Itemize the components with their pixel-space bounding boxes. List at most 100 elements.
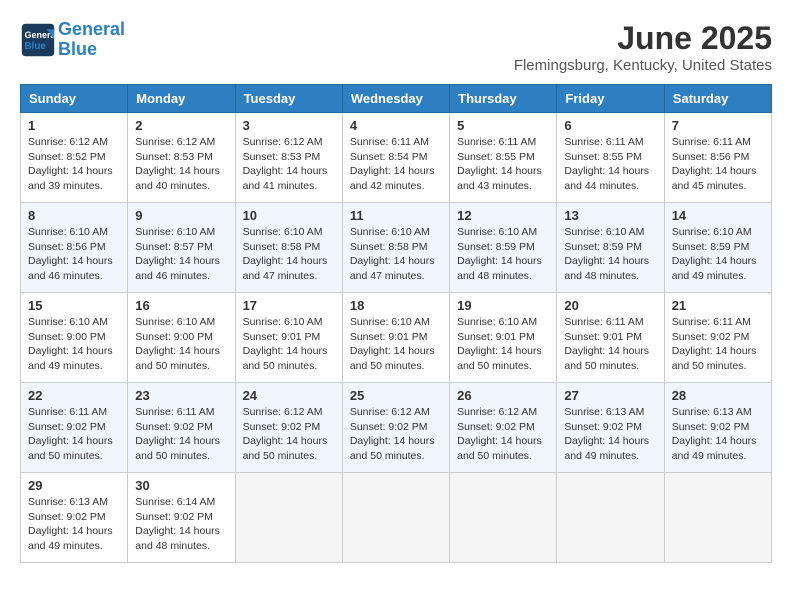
calendar-cell: 10 Sunrise: 6:10 AMSunset: 8:58 PMDayligh… bbox=[235, 203, 342, 293]
day-number: 12 bbox=[457, 208, 549, 223]
day-info: Sunrise: 6:11 AMSunset: 9:02 PMDaylight:… bbox=[135, 405, 227, 464]
calendar-header: SundayMondayTuesdayWednesdayThursdayFrid… bbox=[21, 85, 772, 113]
day-info: Sunrise: 6:10 AMSunset: 9:00 PMDaylight:… bbox=[28, 315, 120, 374]
day-info: Sunrise: 6:11 AMSunset: 8:55 PMDaylight:… bbox=[457, 135, 549, 194]
calendar-cell: 30Sunrise: 6:14 AMSunset: 9:02 PMDayligh… bbox=[128, 473, 235, 563]
day-info: Sunrise: 6:12 AMSunset: 8:53 PMDaylight:… bbox=[243, 135, 335, 194]
calendar-cell: 23 Sunrise: 6:11 AMSunset: 9:02 PMDayligh… bbox=[128, 383, 235, 473]
calendar-cell: 25Sunrise: 6:12 AMSunset: 9:02 PMDayligh… bbox=[342, 383, 449, 473]
calendar-cell: 20 Sunrise: 6:11 AMSunset: 9:01 PMDayligh… bbox=[557, 293, 664, 383]
day-number: 17 bbox=[243, 298, 335, 313]
day-number: 29 bbox=[28, 478, 120, 493]
day-info: Sunrise: 6:11 AMSunset: 8:55 PMDaylight:… bbox=[564, 135, 656, 194]
calendar-cell: 19 Sunrise: 6:10 AMSunset: 9:01 PMDayligh… bbox=[450, 293, 557, 383]
header-row: SundayMondayTuesdayWednesdayThursdayFrid… bbox=[21, 85, 772, 113]
title-section: June 2025 Flemingsburg, Kentucky, United… bbox=[514, 20, 772, 74]
day-info: Sunrise: 6:10 AMSunset: 8:58 PMDaylight:… bbox=[350, 225, 442, 284]
day-header-wednesday: Wednesday bbox=[342, 85, 449, 113]
logo: General Blue GeneralBlue bbox=[20, 20, 125, 60]
calendar-cell: 22Sunrise: 6:11 AMSunset: 9:02 PMDayligh… bbox=[21, 383, 128, 473]
day-number: 7 bbox=[672, 118, 764, 133]
page-header: General Blue GeneralBlue June 2025 Flemi… bbox=[20, 20, 772, 74]
day-info: Sunrise: 6:12 AMSunset: 8:52 PMDaylight:… bbox=[28, 135, 120, 194]
calendar-cell: 4 Sunrise: 6:11 AMSunset: 8:54 PMDaylight… bbox=[342, 113, 449, 203]
day-number: 4 bbox=[350, 118, 442, 133]
day-number: 21 bbox=[672, 298, 764, 313]
calendar-cell bbox=[235, 473, 342, 563]
day-number: 26 bbox=[457, 388, 549, 403]
calendar-cell: 24 Sunrise: 6:12 AMSunset: 9:02 PMDayligh… bbox=[235, 383, 342, 473]
calendar-cell: 28 Sunrise: 6:13 AMSunset: 9:02 PMDayligh… bbox=[664, 383, 771, 473]
day-info: Sunrise: 6:10 AMSunset: 8:57 PMDaylight:… bbox=[135, 225, 227, 284]
calendar-cell: 7 Sunrise: 6:11 AMSunset: 8:56 PMDaylight… bbox=[664, 113, 771, 203]
day-info: Sunrise: 6:10 AMSunset: 9:01 PMDaylight:… bbox=[350, 315, 442, 374]
day-number: 25 bbox=[350, 388, 442, 403]
calendar-week-1: 1 Sunrise: 6:12 AMSunset: 8:52 PMDaylight… bbox=[21, 113, 772, 203]
day-number: 20 bbox=[564, 298, 656, 313]
day-info: Sunrise: 6:13 AMSunset: 9:02 PMDaylight:… bbox=[672, 405, 764, 464]
day-info: Sunrise: 6:12 AMSunset: 9:02 PMDaylight:… bbox=[243, 405, 335, 464]
calendar-body: 1 Sunrise: 6:12 AMSunset: 8:52 PMDaylight… bbox=[21, 113, 772, 563]
calendar-cell: 13 Sunrise: 6:10 AMSunset: 8:59 PMDayligh… bbox=[557, 203, 664, 293]
day-info: Sunrise: 6:13 AMSunset: 9:02 PMDaylight:… bbox=[28, 495, 120, 554]
day-info: Sunrise: 6:13 AMSunset: 9:02 PMDaylight:… bbox=[564, 405, 656, 464]
day-info: Sunrise: 6:10 AMSunset: 8:58 PMDaylight:… bbox=[243, 225, 335, 284]
calendar-week-5: 29 Sunrise: 6:13 AMSunset: 9:02 PMDayligh… bbox=[21, 473, 772, 563]
day-info: Sunrise: 6:11 AMSunset: 9:01 PMDaylight:… bbox=[564, 315, 656, 374]
day-number: 2 bbox=[135, 118, 227, 133]
day-number: 1 bbox=[28, 118, 120, 133]
day-number: 24 bbox=[243, 388, 335, 403]
logo-icon: General Blue bbox=[20, 22, 56, 58]
calendar-cell: 16Sunrise: 6:10 AMSunset: 9:00 PMDayligh… bbox=[128, 293, 235, 383]
day-header-saturday: Saturday bbox=[664, 85, 771, 113]
day-header-monday: Monday bbox=[128, 85, 235, 113]
day-info: Sunrise: 6:11 AMSunset: 9:02 PMDaylight:… bbox=[28, 405, 120, 464]
calendar-week-4: 22Sunrise: 6:11 AMSunset: 9:02 PMDayligh… bbox=[21, 383, 772, 473]
day-info: Sunrise: 6:10 AMSunset: 9:00 PMDaylight:… bbox=[135, 315, 227, 374]
day-number: 5 bbox=[457, 118, 549, 133]
day-number: 13 bbox=[564, 208, 656, 223]
day-number: 8 bbox=[28, 208, 120, 223]
day-number: 14 bbox=[672, 208, 764, 223]
calendar-cell: 5 Sunrise: 6:11 AMSunset: 8:55 PMDaylight… bbox=[450, 113, 557, 203]
calendar-cell: 18Sunrise: 6:10 AMSunset: 9:01 PMDayligh… bbox=[342, 293, 449, 383]
day-info: Sunrise: 6:11 AMSunset: 8:56 PMDaylight:… bbox=[672, 135, 764, 194]
calendar-cell: 8Sunrise: 6:10 AMSunset: 8:56 PMDaylight… bbox=[21, 203, 128, 293]
day-info: Sunrise: 6:11 AMSunset: 8:54 PMDaylight:… bbox=[350, 135, 442, 194]
day-info: Sunrise: 6:10 AMSunset: 8:59 PMDaylight:… bbox=[457, 225, 549, 284]
calendar-week-2: 8Sunrise: 6:10 AMSunset: 8:56 PMDaylight… bbox=[21, 203, 772, 293]
calendar-cell: 26Sunrise: 6:12 AMSunset: 9:02 PMDayligh… bbox=[450, 383, 557, 473]
day-number: 10 bbox=[243, 208, 335, 223]
calendar-cell: 6 Sunrise: 6:11 AMSunset: 8:55 PMDaylight… bbox=[557, 113, 664, 203]
day-header-thursday: Thursday bbox=[450, 85, 557, 113]
day-number: 30 bbox=[135, 478, 227, 493]
day-info: Sunrise: 6:12 AMSunset: 8:53 PMDaylight:… bbox=[135, 135, 227, 194]
calendar-table: SundayMondayTuesdayWednesdayThursdayFrid… bbox=[20, 84, 772, 563]
day-number: 15 bbox=[28, 298, 120, 313]
logo-text: GeneralBlue bbox=[58, 20, 125, 60]
day-number: 11 bbox=[350, 208, 442, 223]
calendar-week-3: 15 Sunrise: 6:10 AMSunset: 9:00 PMDayligh… bbox=[21, 293, 772, 383]
day-number: 19 bbox=[457, 298, 549, 313]
calendar-cell: 14Sunrise: 6:10 AMSunset: 8:59 PMDayligh… bbox=[664, 203, 771, 293]
calendar-cell: 9Sunrise: 6:10 AMSunset: 8:57 PMDaylight… bbox=[128, 203, 235, 293]
day-number: 23 bbox=[135, 388, 227, 403]
day-number: 27 bbox=[564, 388, 656, 403]
calendar-cell bbox=[664, 473, 771, 563]
calendar-cell bbox=[450, 473, 557, 563]
calendar-cell bbox=[557, 473, 664, 563]
location: Flemingsburg, Kentucky, United States bbox=[514, 57, 772, 74]
calendar-cell bbox=[342, 473, 449, 563]
day-header-friday: Friday bbox=[557, 85, 664, 113]
calendar-cell: 11 Sunrise: 6:10 AMSunset: 8:58 PMDayligh… bbox=[342, 203, 449, 293]
day-header-sunday: Sunday bbox=[21, 85, 128, 113]
calendar-cell: 21Sunrise: 6:11 AMSunset: 9:02 PMDayligh… bbox=[664, 293, 771, 383]
day-number: 6 bbox=[564, 118, 656, 133]
day-info: Sunrise: 6:10 AMSunset: 9:01 PMDaylight:… bbox=[243, 315, 335, 374]
day-number: 28 bbox=[672, 388, 764, 403]
day-info: Sunrise: 6:10 AMSunset: 9:01 PMDaylight:… bbox=[457, 315, 549, 374]
calendar-cell: 29 Sunrise: 6:13 AMSunset: 9:02 PMDayligh… bbox=[21, 473, 128, 563]
day-info: Sunrise: 6:10 AMSunset: 8:59 PMDaylight:… bbox=[564, 225, 656, 284]
calendar-cell: 1 Sunrise: 6:12 AMSunset: 8:52 PMDaylight… bbox=[21, 113, 128, 203]
calendar-cell: 3Sunrise: 6:12 AMSunset: 8:53 PMDaylight… bbox=[235, 113, 342, 203]
